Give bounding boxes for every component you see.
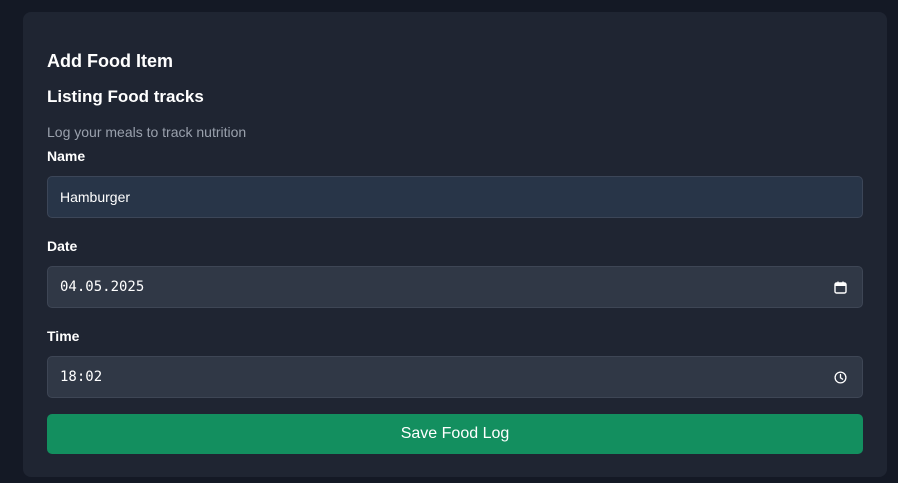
save-food-log-button[interactable]: Save Food Log <box>47 414 863 454</box>
date-input-value: 04.05.2025 <box>60 279 145 295</box>
time-input[interactable]: 18:02 <box>47 356 863 398</box>
date-label: Date <box>47 238 78 254</box>
card-title: Add Food Item <box>47 51 173 71</box>
add-food-card: Add Food Item Listing Food tracks Log yo… <box>23 12 887 477</box>
time-label: Time <box>47 328 80 344</box>
name-input-value: Hamburger <box>60 189 131 205</box>
name-label: Name <box>47 148 86 164</box>
date-input[interactable]: 04.05.2025 <box>47 266 863 308</box>
name-input[interactable]: Hamburger <box>47 176 863 218</box>
time-input-value: 18:02 <box>60 369 103 385</box>
clock-icon[interactable] <box>832 369 848 385</box>
section-subtitle: Listing Food tracks <box>47 87 204 106</box>
calendar-icon[interactable] <box>832 279 848 295</box>
section-description: Log your meals to track nutrition <box>47 124 247 140</box>
